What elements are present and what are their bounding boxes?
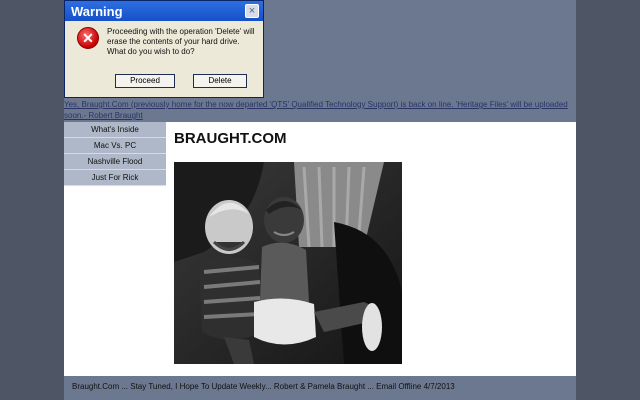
site-title: BRAUGHT.COM (174, 130, 287, 147)
right-margin (576, 0, 640, 400)
sidebar-item-whats-inside[interactable]: What's Inside (64, 122, 166, 138)
main-content: BRAUGHT.COM (166, 122, 576, 376)
sidebar-item-mac-vs-pc[interactable]: Mac Vs. PC (64, 138, 166, 154)
close-icon[interactable]: × (245, 4, 259, 18)
sidebar-item-just-for-rick[interactable]: Just For Rick (64, 170, 166, 186)
footer: Braught.Com ... Stay Tuned, I Hope To Up… (64, 376, 576, 400)
proceed-button[interactable]: Proceed (115, 74, 175, 88)
dialog-body: ✕ Proceeding with the operation 'Delete'… (65, 21, 263, 97)
warning-dialog: Warning × ✕ Proceeding with the operatio… (64, 0, 264, 98)
sidebar-nav: What's Inside Mac Vs. PC Nashville Flood… (64, 122, 166, 376)
dialog-titlebar[interactable]: Warning × (65, 1, 263, 21)
photo-image (174, 162, 402, 364)
footer-text: Braught.Com ... Stay Tuned, I Hope To Up… (72, 382, 455, 391)
photo-two-children (174, 162, 402, 364)
notice-link[interactable]: Yes, Braught.Com (previously home for th… (64, 99, 576, 121)
dialog-message: Proceeding with the operation 'Delete' w… (107, 27, 255, 56)
left-margin (0, 0, 64, 400)
error-icon: ✕ (77, 27, 99, 49)
delete-button[interactable]: Delete (193, 74, 247, 88)
dialog-title: Warning (71, 3, 123, 19)
sidebar-item-nashville-flood[interactable]: Nashville Flood (64, 154, 166, 170)
